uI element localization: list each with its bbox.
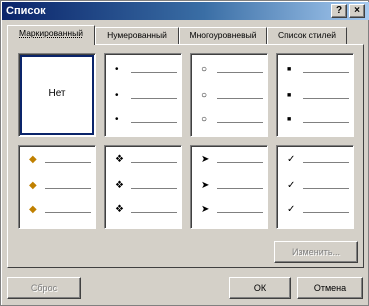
picture-bullet-icon: ◆ <box>29 180 37 191</box>
checkmark-icon: ✓ <box>287 154 296 165</box>
window-title: Список <box>6 5 46 17</box>
checkmark-icon: ✓ <box>287 204 296 215</box>
filled-square-icon: ■ <box>287 66 292 73</box>
filled-circle-icon: • <box>115 114 119 125</box>
bullet-option-filled-square[interactable]: ■ ■ ■ <box>276 53 354 137</box>
tab-multilevel-label: Многоуровневый <box>189 30 257 40</box>
sample-line <box>217 122 263 123</box>
filled-circle-icon: • <box>115 90 119 101</box>
filled-circle-icon: • <box>115 64 119 75</box>
sample-line <box>303 98 349 99</box>
sample-line <box>131 212 177 213</box>
bullet-option-filled-circle[interactable]: • • • <box>104 53 182 137</box>
hollow-circle-icon: ○ <box>201 64 208 75</box>
sample-line <box>45 162 91 163</box>
title-bar[interactable]: Список ? × <box>2 2 369 20</box>
bullet-option-picture[interactable]: ◆ ◆ ◆ <box>18 145 96 229</box>
four-diamond-icon: ❖ <box>115 204 124 215</box>
cancel-button[interactable]: Отмена <box>297 277 363 299</box>
none-label: Нет <box>48 88 66 99</box>
arrowhead-icon: ➤ <box>201 204 210 215</box>
sample-line <box>131 188 177 189</box>
four-diamond-icon: ❖ <box>115 180 124 191</box>
customize-button[interactable]: Изменить... <box>274 241 358 263</box>
tab-panel: Нет • • • ○ ○ ○ ■ ■ ■ ◆ ◆ ◆ ❖ ❖ ❖ ➤ ➤ ➤ … <box>7 44 364 268</box>
sample-line <box>217 162 263 163</box>
hollow-circle-icon: ○ <box>201 114 208 125</box>
sample-line <box>303 122 349 123</box>
sample-line <box>303 72 349 73</box>
filled-square-icon: ■ <box>287 116 292 123</box>
tab-numbered-label: Нумерованный <box>107 30 167 40</box>
tab-numbered[interactable]: Нумерованный <box>95 27 179 44</box>
sample-line <box>45 188 91 189</box>
sample-line <box>131 72 177 73</box>
bullet-option-checkmark[interactable]: ✓ ✓ ✓ <box>276 145 354 229</box>
tab-list-styles-label: Список стилей <box>278 30 336 40</box>
tab-bulleted[interactable]: Маркированный <box>7 25 95 45</box>
filled-square-icon: ■ <box>287 92 292 99</box>
sample-line <box>45 212 91 213</box>
sample-line <box>217 72 263 73</box>
sample-line <box>131 98 177 99</box>
sample-line <box>303 188 349 189</box>
bullet-option-hollow-circle[interactable]: ○ ○ ○ <box>190 53 268 137</box>
picture-bullet-icon: ◆ <box>29 154 37 165</box>
close-button[interactable]: × <box>349 4 365 18</box>
bullet-option-four-diamond[interactable]: ❖ ❖ ❖ <box>104 145 182 229</box>
sample-line <box>217 212 263 213</box>
hollow-circle-icon: ○ <box>201 90 208 101</box>
tab-list-styles[interactable]: Список стилей <box>267 27 347 44</box>
picture-bullet-icon: ◆ <box>29 204 37 215</box>
sample-line <box>131 162 177 163</box>
ok-button[interactable]: ОК <box>229 277 291 299</box>
sample-line <box>217 188 263 189</box>
bullet-option-arrowhead[interactable]: ➤ ➤ ➤ <box>190 145 268 229</box>
bullet-option-none[interactable]: Нет <box>18 53 96 137</box>
sample-line <box>131 122 177 123</box>
list-dialog: Список ? × Маркированный Нумерованный Мн… <box>0 0 369 306</box>
help-button[interactable]: ? <box>331 4 347 18</box>
arrowhead-icon: ➤ <box>201 180 210 191</box>
tab-bulleted-label: Маркированный <box>19 28 83 38</box>
arrowhead-icon: ➤ <box>201 154 210 165</box>
sample-line <box>303 162 349 163</box>
sample-line <box>303 212 349 213</box>
reset-button[interactable]: Сброс <box>7 277 81 299</box>
checkmark-icon: ✓ <box>287 180 296 191</box>
tab-multilevel[interactable]: Многоуровневый <box>179 27 267 44</box>
sample-line <box>217 98 263 99</box>
four-diamond-icon: ❖ <box>115 154 124 165</box>
